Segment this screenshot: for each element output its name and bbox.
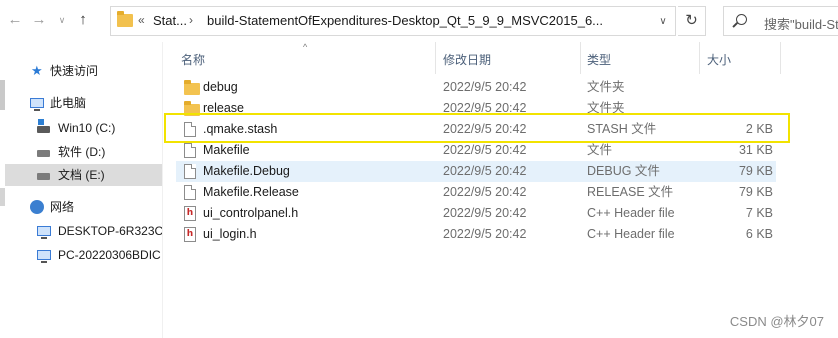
file-name: debug — [203, 80, 238, 94]
file-size: 79 KB — [738, 164, 773, 178]
file-row[interactable]: Makefile 2022/9/5 20:42 文件 31 KB — [176, 140, 776, 161]
file-name: ui_controlpanel.h — [203, 206, 299, 220]
folder-icon — [117, 11, 133, 27]
folder-icon — [184, 80, 200, 95]
header-file-icon: h — [184, 206, 196, 221]
drive-icon — [37, 173, 50, 180]
address-bar[interactable]: « Stat... › build-StatementOfExpenditure… — [110, 6, 676, 36]
column-divider[interactable] — [580, 42, 581, 74]
file-size: 7 KB — [745, 206, 773, 220]
sidebar-item-label: 此电脑 — [50, 96, 87, 110]
column-divider[interactable] — [435, 42, 436, 74]
computer-icon — [37, 250, 51, 263]
sidebar-item-this-pc[interactable]: 此电脑 — [5, 92, 162, 114]
file-name: Makefile — [203, 143, 250, 157]
chevron-right-icon[interactable]: › — [189, 13, 193, 27]
sidebar-item-label: PC-20220306BDIC — [58, 248, 161, 262]
file-type: RELEASE 文件 — [587, 185, 674, 199]
sidebar-item-label: 文档 (E:) — [58, 168, 105, 182]
file-date: 2022/9/5 20:42 — [443, 227, 527, 241]
sidebar-item-label: Win10 (C:) — [58, 121, 116, 135]
highlight-annotation-box — [164, 113, 790, 143]
file-size: 31 KB — [738, 143, 773, 157]
sidebar-item-label: 网络 — [50, 200, 75, 214]
file-type: 文件 — [587, 143, 613, 157]
file-row[interactable]: Makefile.Debug 2022/9/5 20:42 DEBUG 文件 7… — [176, 161, 776, 182]
star-icon: ★ — [31, 63, 43, 78]
file-row[interactable]: h ui_login.h 2022/9/5 20:42 C++ Header f… — [176, 224, 776, 245]
sidebar-item-computer[interactable]: PC-20220306BDIC — [5, 244, 162, 266]
breadcrumb-stat[interactable]: Stat... — [153, 13, 187, 28]
sidebar-item-label: 软件 (D:) — [58, 145, 106, 159]
column-header-type[interactable]: 类型 — [587, 51, 611, 68]
sidebar-item-label: DESKTOP-6R323C — [58, 224, 164, 238]
file-type: DEBUG 文件 — [587, 164, 660, 178]
column-header-row: ^ 名称 修改日期 类型 大小 — [175, 42, 838, 74]
file-date: 2022/9/5 20:42 — [443, 185, 527, 199]
up-button[interactable]: ↑ — [74, 10, 92, 30]
file-date: 2022/9/5 20:42 — [443, 206, 527, 220]
file-type: C++ Header file — [587, 206, 675, 220]
column-header-size[interactable]: 大小 — [707, 51, 731, 68]
sidebar-item-quick-access[interactable]: ★ 快速访问 — [5, 60, 162, 82]
sidebar-item-label: 快速访问 — [50, 64, 99, 78]
column-divider[interactable] — [699, 42, 700, 74]
breadcrumb-build-folder[interactable]: build-StatementOfExpenditures-Desktop_Qt… — [207, 13, 603, 28]
search-box[interactable]: 搜索"build-St — [723, 6, 838, 36]
navigation-bar: ← → ∨ ↑ « Stat... › build-StatementOfExp… — [0, 0, 838, 42]
sidebar-item-drive-d[interactable]: 软件 (D:) — [5, 141, 162, 163]
overflow-chevron[interactable]: « — [138, 13, 145, 27]
sidebar-item-drive-e[interactable]: 文档 (E:) — [5, 164, 162, 186]
back-button[interactable]: ← — [6, 10, 24, 30]
column-header-date[interactable]: 修改日期 — [443, 51, 491, 68]
column-header-name[interactable]: 名称 — [181, 51, 205, 68]
windows-drive-icon — [37, 119, 50, 133]
file-date: 2022/9/5 20:42 — [443, 80, 527, 94]
file-row[interactable]: Makefile.Release 2022/9/5 20:42 RELEASE … — [176, 182, 776, 203]
search-placeholder: 搜索"build-St — [764, 17, 838, 32]
forward-button[interactable]: → — [30, 10, 48, 30]
file-size: 6 KB — [745, 227, 773, 241]
search-icon — [736, 14, 747, 25]
refresh-button[interactable]: ↻ — [678, 6, 706, 36]
file-icon — [184, 143, 196, 158]
file-name: Makefile.Release — [203, 185, 299, 199]
computer-icon — [30, 98, 44, 111]
column-divider[interactable] — [780, 42, 781, 74]
file-name: ui_login.h — [203, 227, 257, 241]
pane-splitter[interactable] — [162, 42, 163, 338]
computer-icon — [37, 226, 51, 239]
header-file-icon: h — [184, 227, 196, 242]
sort-ascending-icon: ^ — [303, 42, 308, 52]
sidebar-item-drive-c[interactable]: Win10 (C:) — [5, 117, 162, 139]
file-size: 79 KB — [738, 185, 773, 199]
sidebar-item-computer[interactable]: DESKTOP-6R323C — [5, 220, 164, 242]
file-name: Makefile.Debug — [203, 164, 290, 178]
recent-locations-button[interactable]: ∨ — [53, 10, 71, 30]
file-date: 2022/9/5 20:42 — [443, 143, 527, 157]
navigation-pane: ★ 快速访问 此电脑 Win10 (C:) 软件 (D:) 文档 (E:) 网络… — [0, 42, 164, 338]
network-icon — [30, 200, 44, 214]
file-icon — [184, 164, 196, 179]
file-type: C++ Header file — [587, 227, 675, 241]
file-type: 文件夹 — [587, 80, 625, 94]
file-icon — [184, 185, 196, 200]
watermark: CSDN @林夕07 — [729, 314, 824, 329]
file-row[interactable]: debug 2022/9/5 20:42 文件夹 — [176, 77, 776, 98]
drive-icon — [37, 150, 50, 157]
sidebar-item-network[interactable]: 网络 — [5, 196, 162, 218]
address-history-dropdown[interactable]: ∨ — [652, 12, 674, 32]
file-row[interactable]: h ui_controlpanel.h 2022/9/5 20:42 C++ H… — [176, 203, 776, 224]
file-date: 2022/9/5 20:42 — [443, 164, 527, 178]
